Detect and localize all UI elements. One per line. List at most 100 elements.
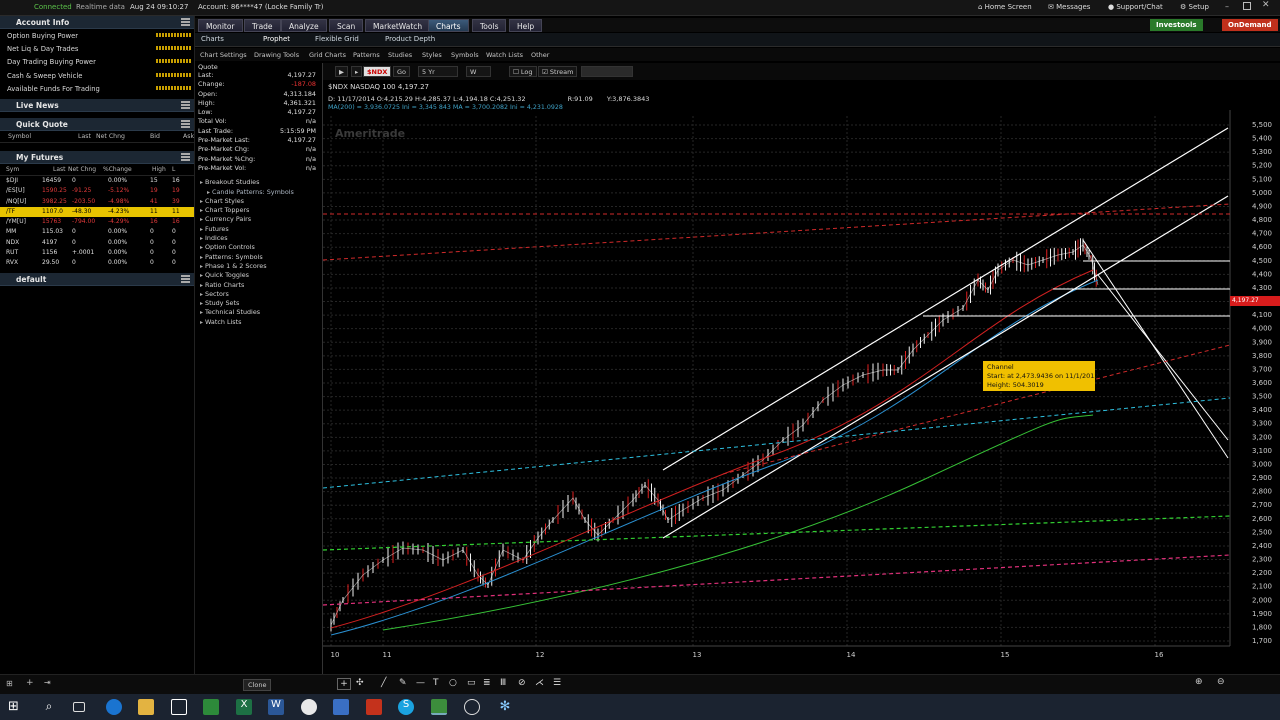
study-folder[interactable]: Candle Patterns: Symbols bbox=[195, 188, 322, 197]
tab-tools[interactable]: Tools bbox=[472, 19, 507, 32]
channel-annotation[interactable]: Channel Start: at 2,473.9436 on 11/1/201… bbox=[983, 361, 1099, 391]
study-folder[interactable]: Option Controls bbox=[195, 243, 322, 252]
zoom-in-icon[interactable]: ⊕ bbox=[1195, 677, 1203, 687]
tab-trade[interactable]: Trade bbox=[244, 19, 281, 32]
futures-row[interactable]: RVX 29.50 0 0.00% 0 0 bbox=[0, 258, 194, 268]
symbol-input[interactable]: $NDX bbox=[363, 66, 392, 77]
next-icon[interactable]: ▸ bbox=[351, 66, 363, 77]
futures-row[interactable]: MM 115.03 0 0.00% 0 0 bbox=[0, 227, 194, 237]
excel-icon[interactable]: X bbox=[236, 699, 252, 715]
study-folder[interactable]: Watch Lists bbox=[195, 318, 322, 327]
menu-watch-lists[interactable]: Watch Lists bbox=[486, 51, 523, 59]
account-selector[interactable]: Account: 86****47 (Locke Family Tr) bbox=[198, 3, 323, 11]
aggregation-select[interactable]: W bbox=[466, 66, 491, 77]
tab-monitor[interactable]: Monitor bbox=[198, 19, 243, 32]
log-checkbox[interactable]: ☐ Log bbox=[509, 66, 537, 77]
pitchfork-tool-icon[interactable]: ⋌ bbox=[535, 678, 544, 688]
windows-start-icon[interactable]: ⊞ bbox=[8, 699, 24, 715]
study-folder[interactable]: Phase 1 & 2 Scores bbox=[195, 262, 322, 271]
support-chat-link[interactable]: ● Support/Chat bbox=[1108, 3, 1163, 11]
list-tool-icon[interactable]: ☰ bbox=[553, 678, 561, 688]
study-folder[interactable]: Patterns: Symbols bbox=[195, 253, 322, 262]
thinkorswim-icon[interactable] bbox=[431, 699, 447, 715]
cursor-tool-icon[interactable]: + bbox=[337, 678, 351, 690]
study-folder[interactable]: Futures bbox=[195, 225, 322, 234]
futures-row[interactable]: RUT 1156 +.0001 0.00% 0 0 bbox=[0, 248, 194, 258]
quick-quote-header[interactable]: Quick Quote bbox=[0, 117, 194, 131]
text-tool-icon[interactable]: T bbox=[433, 678, 439, 688]
study-folder[interactable]: Quick Toggles bbox=[195, 271, 322, 280]
price-chart[interactable]: 5,500 5,400 5,300 5,200 5,100 5,000 4,900 4,800… bbox=[323, 80, 1280, 674]
subtab-prophet[interactable]: Prophet bbox=[263, 35, 290, 43]
maximize-button[interactable] bbox=[1243, 2, 1251, 10]
menu-grid-charts[interactable]: Grid Charts bbox=[309, 51, 346, 59]
account-info-header[interactable]: Account Info bbox=[0, 16, 194, 29]
menu-icon[interactable] bbox=[181, 119, 190, 128]
task-view-icon[interactable] bbox=[73, 702, 85, 712]
tab-charts[interactable]: Charts bbox=[428, 19, 469, 32]
futures-row[interactable]: /NQ[U] 3982.25 -203.50 -4.98% 41 39 bbox=[0, 197, 194, 207]
crosshair-tool-icon[interactable]: ✣ bbox=[356, 678, 364, 688]
menu-other[interactable]: Other bbox=[531, 51, 549, 59]
trade-button[interactable] bbox=[581, 66, 633, 77]
snowflake-icon[interactable]: ✻ bbox=[497, 699, 513, 715]
setup-link[interactable]: ⚙ Setup bbox=[1180, 3, 1209, 11]
menu-icon[interactable] bbox=[181, 18, 190, 26]
skype-icon[interactable]: S bbox=[398, 699, 414, 715]
tab-marketwatch[interactable]: MarketWatch bbox=[365, 19, 431, 32]
futures-row[interactable]: NDX 4197 0 0.00% 0 0 bbox=[0, 238, 194, 248]
grid-icon[interactable]: ⊞ bbox=[6, 679, 13, 688]
chrome-icon[interactable] bbox=[301, 699, 317, 715]
zoom-out-icon[interactable]: ⊖ bbox=[1217, 677, 1225, 687]
trendline-tool-icon[interactable]: ╱ bbox=[381, 678, 386, 688]
edge-icon[interactable] bbox=[106, 699, 122, 715]
study-folder[interactable]: Breakout Studies bbox=[195, 178, 322, 187]
search-icon[interactable]: ⌕ bbox=[41, 699, 57, 715]
my-futures-header[interactable]: My Futures bbox=[0, 150, 194, 164]
futures-row[interactable]: /ES[U] 1590.25 -91.25 -5.12% 19 19 bbox=[0, 186, 194, 196]
hline-tool-icon[interactable]: — bbox=[416, 678, 425, 688]
study-folder[interactable]: Chart Toppers bbox=[195, 206, 322, 215]
study-folder[interactable]: Technical Studies bbox=[195, 308, 322, 317]
study-folder[interactable]: Currency Pairs bbox=[195, 215, 322, 224]
tab-scan[interactable]: Scan bbox=[329, 19, 364, 32]
investools-button[interactable]: Investools bbox=[1150, 19, 1203, 31]
store-icon[interactable] bbox=[171, 699, 187, 715]
subtab-product-depth[interactable]: Product Depth bbox=[385, 35, 435, 43]
study-folder[interactable]: Chart Styles bbox=[195, 197, 322, 206]
file-explorer-icon[interactable] bbox=[138, 699, 154, 715]
menu-icon[interactable] bbox=[181, 100, 190, 109]
camera-icon[interactable] bbox=[464, 699, 480, 715]
subtab-charts[interactable]: Charts bbox=[201, 35, 224, 43]
study-folder[interactable]: Study Sets bbox=[195, 299, 322, 308]
word-icon[interactable]: W bbox=[268, 699, 284, 715]
messages-link[interactable]: ✉ Messages bbox=[1048, 3, 1090, 11]
tab-analyze[interactable]: Analyze bbox=[281, 19, 327, 32]
period-select[interactable]: 5 Yr bbox=[418, 66, 458, 77]
menu-patterns[interactable]: Patterns bbox=[353, 51, 380, 59]
futures-row[interactable]: /YM[U] 15763 -794.00 -4.29% 16 16 bbox=[0, 217, 194, 227]
add-icon[interactable]: + bbox=[26, 678, 34, 688]
subtab-flexible-grid[interactable]: Flexible Grid bbox=[315, 35, 359, 43]
app-green-icon[interactable] bbox=[203, 699, 219, 715]
home-screen-link[interactable]: ⌂ Home Screen bbox=[978, 3, 1032, 11]
menu-chart-settings[interactable]: Chart Settings bbox=[200, 51, 247, 59]
default-watchlist-header[interactable]: default bbox=[0, 272, 194, 286]
outlook-icon[interactable] bbox=[333, 699, 349, 715]
fib-tool-icon[interactable]: ≣ bbox=[483, 678, 491, 688]
play-icon[interactable]: ▶ bbox=[335, 66, 348, 77]
futures-row[interactable]: $DJI 16459 0 0.00% 15 16 bbox=[0, 176, 194, 186]
ondemand-button[interactable]: OnDemand bbox=[1222, 19, 1278, 31]
menu-studies[interactable]: Studies bbox=[388, 51, 412, 59]
menu-drawing-tools[interactable]: Drawing Tools bbox=[254, 51, 299, 59]
gann-tool-icon[interactable]: Ⅲ bbox=[500, 678, 506, 688]
chart-canvas[interactable]: 5,500 5,400 5,300 5,200 5,100 5,000 4,900 4,800… bbox=[323, 80, 1280, 674]
minimize-button[interactable]: – bbox=[1225, 2, 1233, 11]
stream-checkbox[interactable]: ☑ Stream bbox=[538, 66, 578, 77]
study-folder[interactable]: Ratio Charts bbox=[195, 281, 322, 290]
live-news-header[interactable]: Live News bbox=[0, 98, 194, 112]
study-folder[interactable]: Sectors bbox=[195, 290, 322, 299]
pdf-icon[interactable] bbox=[366, 699, 382, 715]
menu-icon[interactable] bbox=[181, 152, 190, 161]
move-icon[interactable]: ⇥ bbox=[44, 678, 51, 687]
